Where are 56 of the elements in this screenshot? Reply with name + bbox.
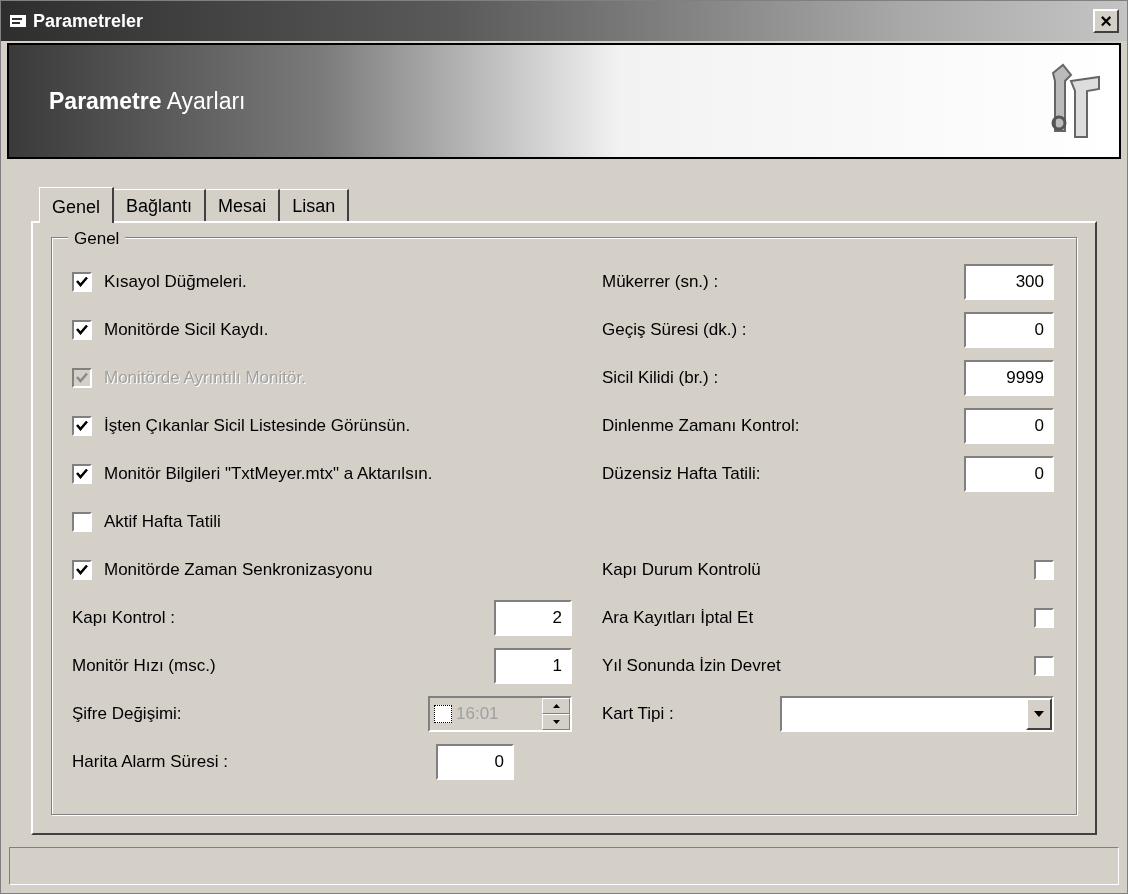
checkbox-label: İşten Çıkanlar Sicil Listesinde Görünsün. bbox=[104, 415, 411, 438]
field-label: Geçiş Süresi (dk.) : bbox=[602, 319, 747, 342]
number-field[interactable]: 9999 bbox=[964, 360, 1054, 396]
checkbox-label: Kapı Durum Kontrolü bbox=[602, 559, 761, 582]
number-field[interactable]: 0 bbox=[964, 408, 1054, 444]
caret-icon bbox=[1034, 711, 1044, 717]
checkbox-label: Monitör Bilgileri "TxtMeyer.mtx" a Aktarılsın. bbox=[104, 463, 433, 486]
window-icon bbox=[9, 13, 29, 29]
checkbox[interactable] bbox=[72, 560, 92, 580]
field-label: Şifre Değişimi: bbox=[72, 703, 182, 726]
checkbox[interactable] bbox=[434, 705, 452, 723]
check-icon bbox=[76, 420, 88, 432]
number-field[interactable]: 0 bbox=[964, 312, 1054, 348]
checkbox[interactable] bbox=[72, 464, 92, 484]
check-icon bbox=[76, 468, 88, 480]
checkbox-label: Aktif Hafta Tatili bbox=[104, 511, 221, 534]
checkbox[interactable] bbox=[1034, 560, 1054, 580]
tab[interactable]: Lisan bbox=[280, 189, 350, 221]
checkbox-label: Kısayol Düğmeleri. bbox=[104, 271, 247, 294]
checkbox[interactable] bbox=[72, 416, 92, 436]
field-label: Kapı Kontrol : bbox=[72, 607, 175, 630]
checkbox[interactable] bbox=[1034, 656, 1054, 676]
check-icon bbox=[76, 564, 88, 576]
close-button[interactable]: × bbox=[1093, 9, 1119, 33]
number-field[interactable]: 0 bbox=[436, 744, 514, 780]
number-field[interactable]: 2 bbox=[494, 600, 572, 636]
check-icon bbox=[76, 324, 88, 336]
up-arrow-icon bbox=[552, 704, 560, 708]
field-label: Mükerrer (sn.) : bbox=[602, 271, 719, 294]
tab[interactable]: Mesai bbox=[206, 189, 281, 221]
field-label: Dinlenme Zamanı Kontrol: bbox=[602, 415, 800, 438]
checkbox-label: Monitörde Sicil Kaydı. bbox=[104, 319, 269, 342]
number-field[interactable]: 1 bbox=[494, 648, 572, 684]
check-icon bbox=[76, 276, 88, 288]
checkbox-label: Ara Kayıtları İptal Et bbox=[602, 607, 754, 630]
field-label: Kart Tipi : bbox=[602, 703, 675, 726]
number-field[interactable]: 300 bbox=[964, 264, 1054, 300]
field-label: Monitör Hızı (msc.) bbox=[72, 655, 216, 678]
window-title: Parametreler bbox=[33, 9, 144, 33]
field-label: Düzensiz Hafta Tatili: bbox=[602, 463, 761, 486]
checkbox-label: Monitörde Zaman Senkronizasyonu bbox=[104, 559, 373, 582]
tab[interactable]: Genel bbox=[39, 187, 115, 223]
checkbox[interactable] bbox=[72, 512, 92, 532]
checkbox-label: Yıl Sonunda İzin Devret bbox=[602, 655, 781, 678]
field-label: Harita Alarm Süresi : bbox=[72, 751, 228, 774]
tab[interactable]: Bağlantı bbox=[114, 189, 207, 221]
spin-buttons[interactable] bbox=[542, 698, 570, 730]
number-field[interactable]: 0 bbox=[964, 456, 1054, 492]
check-icon bbox=[76, 372, 88, 384]
checkbox[interactable] bbox=[72, 320, 92, 340]
banner-title: Parametre Ayarları bbox=[49, 86, 246, 116]
checkbox[interactable] bbox=[72, 272, 92, 292]
field-label: Sicil Kilidi (br.) : bbox=[602, 367, 719, 390]
dropdown[interactable] bbox=[780, 696, 1054, 732]
checkbox[interactable] bbox=[1034, 608, 1054, 628]
down-arrow-icon bbox=[552, 720, 560, 724]
